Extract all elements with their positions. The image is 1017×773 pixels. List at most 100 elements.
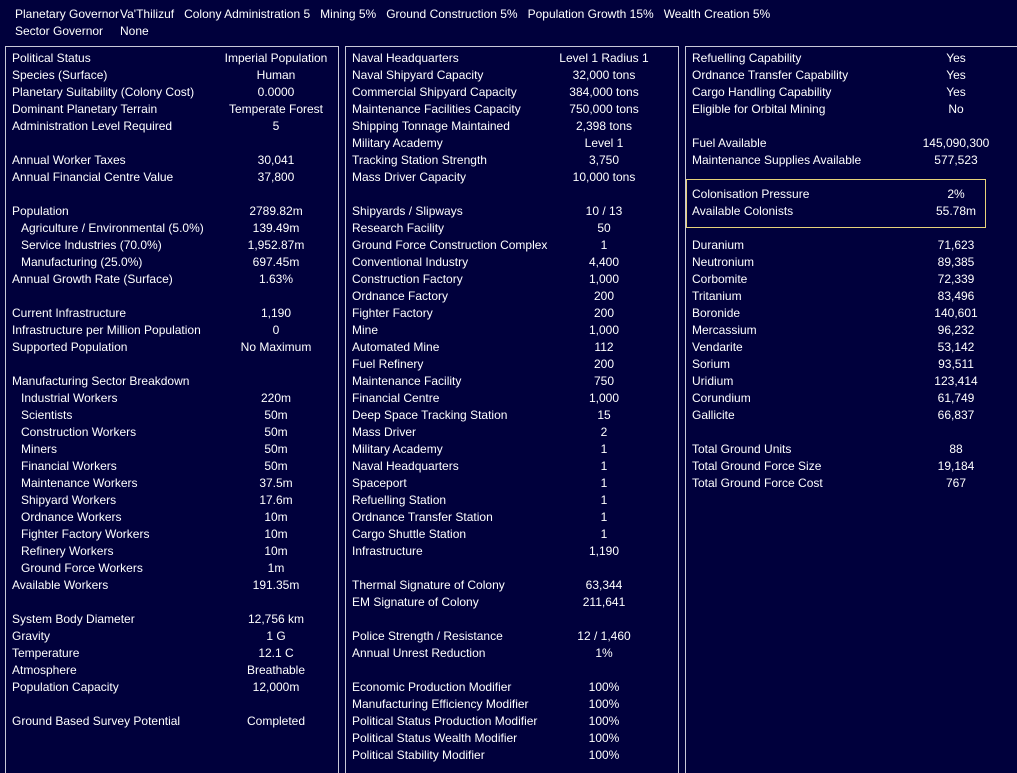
stat-row: Mercassium 96,232 xyxy=(686,322,1017,339)
stat-value: 72,339 xyxy=(937,272,975,286)
stat-label: Political Status xyxy=(12,51,91,65)
spacer-row xyxy=(6,356,338,373)
stat-label: Fighter Factory Workers xyxy=(21,527,150,541)
stat-value: 577,523 xyxy=(934,153,978,167)
stat-value: Imperial Population xyxy=(224,51,328,65)
stat-label: Manufacturing Sector Breakdown xyxy=(12,374,190,388)
stat-row: Political Status Production Modifier 100% xyxy=(346,713,678,730)
spacer-row xyxy=(686,424,1017,441)
stat-value: Yes xyxy=(946,85,966,99)
stat-row: Miners 50m xyxy=(6,441,338,458)
resources-panel: Refuelling Capability Yes Ordnance Transfe… xyxy=(685,46,1017,773)
stat-value: Yes xyxy=(946,68,966,82)
stat-value: 1 G xyxy=(266,629,286,643)
stat-label: Military Academy xyxy=(352,136,443,150)
spacer-row xyxy=(346,186,678,203)
stat-row: EM Signature of Colony 211,641 xyxy=(346,594,678,611)
stat-row: Gallicite 66,837 xyxy=(686,407,1017,424)
stat-row: Current Infrastructure 1,190 xyxy=(6,305,338,322)
stat-row: Planetary Suitability (Colony Cost) 0.000… xyxy=(6,84,338,101)
stat-row: System Body Diameter 12,756 km xyxy=(6,611,338,628)
stat-value: 4,400 xyxy=(588,255,620,269)
stat-label: Ordnance Workers xyxy=(21,510,122,524)
installations-panel: Naval Headquarters Level 1 Radius 1 Naval … xyxy=(345,46,679,773)
stat-label: Naval Headquarters xyxy=(352,51,459,65)
stat-row: Maintenance Facility 750 xyxy=(346,373,678,390)
stat-value: 0 xyxy=(272,323,280,337)
stat-row: Eligible for Orbital Mining No xyxy=(686,101,1017,118)
stat-row: Total Ground Force Size 19,184 xyxy=(686,458,1017,475)
stat-row: Atmosphere Breathable xyxy=(6,662,338,679)
stat-value: 37,800 xyxy=(257,170,295,184)
stat-row: Annual Unrest Reduction 1% xyxy=(346,645,678,662)
stat-row: Tritanium 83,496 xyxy=(686,288,1017,305)
stat-row: Boronide 140,601 xyxy=(686,305,1017,322)
spacer-row xyxy=(346,662,678,679)
stat-row: Mine 1,000 xyxy=(346,322,678,339)
bonus-wealth-creation: Wealth Creation 5% xyxy=(663,7,771,21)
stat-label: Mine xyxy=(352,323,379,337)
stat-label: Total Ground Force Cost xyxy=(692,476,823,490)
stat-value: 93,511 xyxy=(938,357,974,371)
stat-value: 50m xyxy=(264,408,288,422)
population-panel: Political Status Imperial Population Speci… xyxy=(5,46,339,773)
stat-value: 37.5m xyxy=(259,476,293,490)
stat-label: Eligible for Orbital Mining xyxy=(692,102,826,116)
stat-value: 200 xyxy=(593,306,615,320)
stat-value: 1,952.87m xyxy=(247,238,305,252)
stat-row: Financial Centre 1,000 xyxy=(346,390,678,407)
stat-value: 220m xyxy=(260,391,292,405)
stat-value: 145,090,300 xyxy=(922,136,990,150)
stat-value: 19,184 xyxy=(937,459,975,473)
stat-row: Spaceport 1 xyxy=(346,475,678,492)
stat-value: 697.45m xyxy=(252,255,300,269)
stat-label: Financial Workers xyxy=(21,459,117,473)
stat-row: Corundium 61,749 xyxy=(686,390,1017,407)
stat-label: Ground Based Survey Potential xyxy=(12,714,181,728)
colonisation-highlight-box xyxy=(686,179,986,228)
stat-value: 12 / 1,460 xyxy=(577,629,631,643)
stat-value: 2 xyxy=(600,425,608,439)
stat-label: Mass Driver xyxy=(352,425,417,439)
stat-value: 1m xyxy=(267,561,285,575)
stat-row: Economic Production Modifier 100% xyxy=(346,679,678,696)
stat-value: Completed xyxy=(246,714,306,728)
spacer-row xyxy=(6,135,338,152)
stat-row: Sorium 93,511 xyxy=(686,356,1017,373)
stat-row: Population Capacity 12,000m xyxy=(6,679,338,696)
stat-label: EM Signature of Colony xyxy=(352,595,479,609)
stat-row: Maintenance Supplies Available 577,523 xyxy=(686,152,1017,169)
stat-label: Ordnance Factory xyxy=(352,289,449,303)
stat-value: 1,000 xyxy=(588,391,620,405)
stat-row: Shipyards / Slipways 10 / 13 xyxy=(346,203,678,220)
stat-value: 1% xyxy=(595,646,613,660)
stat-value: 2789.82m xyxy=(249,204,303,218)
stat-value: 1 xyxy=(600,459,608,473)
stat-row: Ordnance Transfer Capability Yes xyxy=(686,67,1017,84)
stat-label: Vendarite xyxy=(692,340,743,354)
stat-row: Dominant Planetary Terrain Temperate Fore… xyxy=(6,101,338,118)
bonus-colony-administration: Colony Administration 5 xyxy=(184,7,311,21)
stat-value: 140,601 xyxy=(934,306,978,320)
stat-row: Annual Growth Rate (Surface) 1.63% xyxy=(6,271,338,288)
spacer-row xyxy=(6,594,338,611)
stat-row: Ordnance Factory 200 xyxy=(346,288,678,305)
stat-row: Infrastructure per Million Population 0 xyxy=(6,322,338,339)
stat-value: No xyxy=(948,102,964,116)
stat-value: 191.35m xyxy=(252,578,300,592)
stat-label: Maintenance Facility xyxy=(352,374,462,388)
stat-row: Mass Driver Capacity 10,000 tons xyxy=(346,169,678,186)
stat-label: Boronide xyxy=(692,306,741,320)
stat-label: Refuelling Station xyxy=(352,493,447,507)
governor-name: Va'Thilizuf xyxy=(120,7,175,21)
stat-value: 1 xyxy=(600,493,608,507)
governor-header: Planetary Governor Va'Thilizuf Colony Ad… xyxy=(15,6,780,40)
stat-label: Annual Worker Taxes xyxy=(12,153,126,167)
stat-value: 15 xyxy=(597,408,611,422)
stat-row: Supported Population No Maximum xyxy=(6,339,338,356)
stat-label: Sorium xyxy=(692,357,731,371)
stat-row: Annual Worker Taxes 30,041 xyxy=(6,152,338,169)
stat-label: Conventional Industry xyxy=(352,255,469,269)
stat-value: 10 / 13 xyxy=(585,204,623,218)
stat-value: 71,623 xyxy=(937,238,975,252)
